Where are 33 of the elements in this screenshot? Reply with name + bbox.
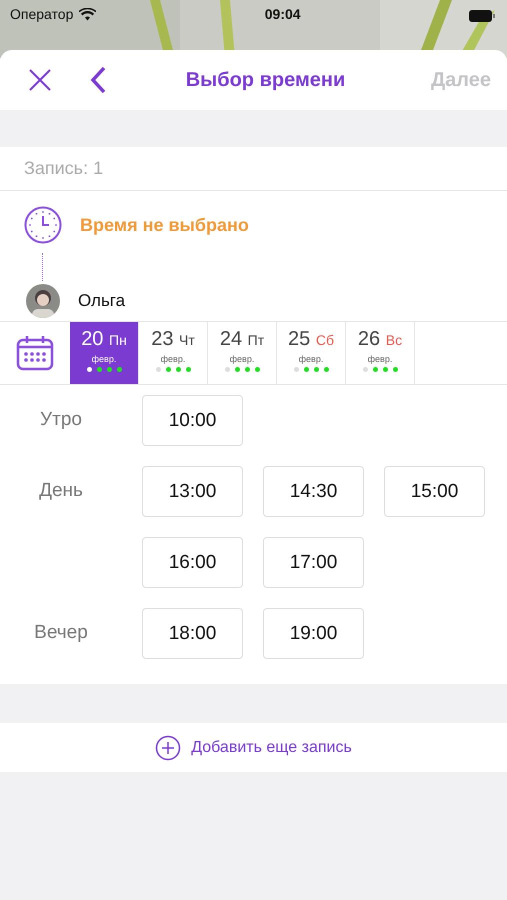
month-label: февр. bbox=[92, 354, 116, 364]
date-label: 25 Сб bbox=[288, 328, 334, 351]
time-slot-button[interactable]: 13:00 bbox=[142, 466, 243, 517]
wifi-icon bbox=[79, 8, 96, 20]
date-label: 26 Вс bbox=[358, 328, 402, 351]
time-slot-button[interactable]: 14:30 bbox=[263, 466, 364, 517]
month-label: февр. bbox=[368, 354, 392, 364]
period-label: Утро bbox=[39, 408, 83, 432]
time-status: Время не выбрано bbox=[80, 214, 249, 236]
date-tab[interactable]: 20 Пн февр. bbox=[70, 322, 139, 384]
time-slot-button[interactable]: 18:00 bbox=[142, 608, 243, 659]
time-slot-button[interactable]: 19:00 bbox=[263, 608, 364, 659]
date-label: 24 Пт bbox=[220, 328, 264, 351]
calendar-icon bbox=[16, 335, 54, 371]
clock-icon bbox=[24, 206, 62, 244]
period-label: Вечер bbox=[33, 621, 89, 645]
screen-title: Выбор времени bbox=[184, 68, 346, 92]
record-label: Запись: 1 bbox=[0, 147, 507, 191]
month-label: февр. bbox=[298, 354, 324, 364]
time-slot-button[interactable]: 10:00 bbox=[142, 395, 243, 446]
plus-icon bbox=[155, 734, 182, 760]
time-slot-button[interactable]: 16:00 bbox=[142, 537, 243, 588]
time-slot-button[interactable]: 17:00 bbox=[263, 537, 364, 588]
month-label: февр. bbox=[230, 354, 254, 364]
master-name: Ольга bbox=[78, 291, 126, 311]
period-label: День bbox=[38, 479, 84, 503]
clock-time: 09:04 bbox=[264, 6, 301, 22]
carrier-name: Оператор bbox=[10, 6, 74, 22]
battery-icon bbox=[468, 10, 495, 22]
month-label: февр. bbox=[160, 354, 186, 364]
time-slot-button[interactable]: 15:00 bbox=[384, 466, 485, 517]
date-label: 20 Пн bbox=[81, 328, 127, 351]
date-label: 23 Чт bbox=[151, 328, 195, 351]
